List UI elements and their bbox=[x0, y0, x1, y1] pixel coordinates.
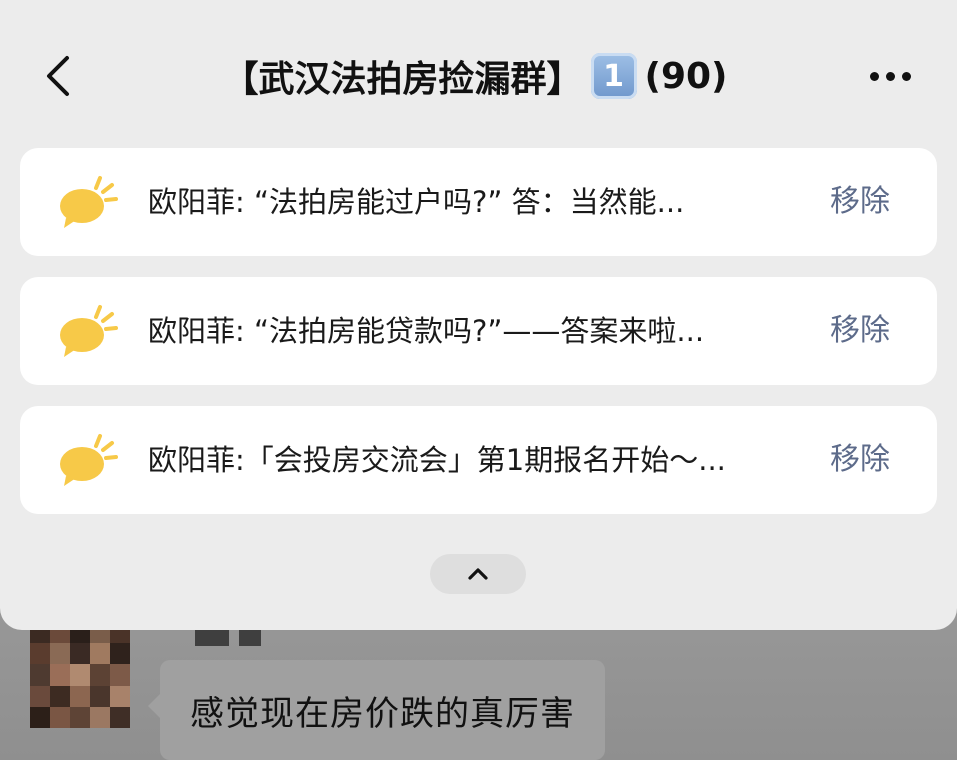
message-bubble[interactable]: 感觉现在房价跌的真厉害 bbox=[148, 660, 605, 760]
group-name: 【武汉法拍房捡漏群】 bbox=[222, 59, 583, 100]
announcement-card[interactable]: 欧阳菲:「会投房交流会」第1期报名开始～... 移除 bbox=[20, 406, 937, 514]
back-button[interactable] bbox=[30, 48, 86, 104]
ellipsis-dot bbox=[901, 71, 911, 81]
announcement-card[interactable]: 欧阳菲: “法拍房能过户吗?” 答：当然能... 移除 bbox=[20, 148, 937, 256]
chevron-up-icon bbox=[468, 568, 488, 580]
more-button[interactable] bbox=[860, 48, 920, 104]
chat-bubble-icon bbox=[60, 305, 118, 357]
announcement-text: 欧阳菲:「会投房交流会」第1期报名开始～... bbox=[148, 443, 726, 477]
member-count: (90) bbox=[644, 55, 728, 97]
sender-name-redacted bbox=[195, 628, 285, 648]
group-title: 【武汉法拍房捡漏群】 1 (90) bbox=[150, 48, 800, 104]
chat-bubble-icon bbox=[60, 434, 118, 486]
chevron-left-icon bbox=[47, 56, 69, 96]
announcement-text: 欧阳菲: “法拍房能过户吗?” 答：当然能... bbox=[148, 185, 685, 219]
collapse-button[interactable] bbox=[430, 554, 526, 594]
remove-button[interactable]: 移除 bbox=[820, 277, 900, 385]
remove-button[interactable]: 移除 bbox=[820, 148, 900, 256]
nav-bar: 【武汉法拍房捡漏群】 1 (90) bbox=[0, 30, 957, 122]
remove-button[interactable]: 移除 bbox=[820, 406, 900, 514]
ellipsis-icon bbox=[869, 71, 879, 81]
group-announcement-sheet: 【武汉法拍房捡漏群】 1 (90) 欧阳菲: “法拍房能过户吗?” 答：当然能.… bbox=[0, 0, 957, 630]
announcement-text: 欧阳菲: “法拍房能贷款吗?”——答案来啦... bbox=[148, 314, 705, 348]
ellipsis-dot bbox=[885, 71, 895, 81]
message-text: 感觉现在房价跌的真厉害 bbox=[190, 694, 575, 734]
keycap-badge: 1 bbox=[590, 53, 637, 99]
chat-bubble-icon bbox=[60, 176, 118, 228]
avatar[interactable] bbox=[30, 622, 130, 728]
announcement-card[interactable]: 欧阳菲: “法拍房能贷款吗?”——答案来啦... 移除 bbox=[20, 277, 937, 385]
